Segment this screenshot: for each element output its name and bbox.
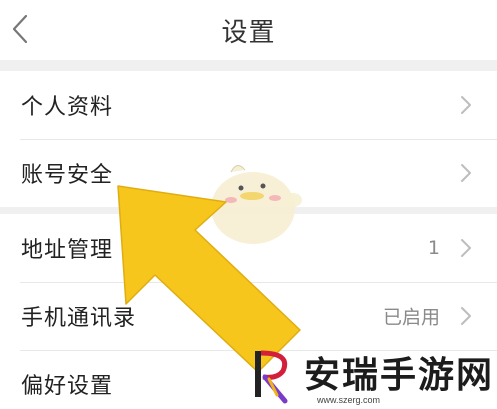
- top-nav-bar: 设置: [0, 0, 497, 60]
- page-title: 设置: [221, 18, 276, 48]
- contacts-status: 已启用: [382, 306, 440, 329]
- settings-item-label: 地址管理: [21, 238, 114, 263]
- settings-item-contacts[interactable]: 手机通讯录 已启用: [0, 282, 497, 350]
- address-count: 1: [427, 237, 440, 259]
- settings-item-profile[interactable]: 个人资料: [0, 71, 497, 139]
- settings-item-label: 账号安全: [21, 163, 114, 188]
- settings-item-label: 手机通讯录: [21, 306, 137, 331]
- watermark-logo-icon: [255, 350, 288, 404]
- chevron-right-icon: [459, 237, 473, 259]
- mascot-sticker: [199, 165, 302, 244]
- settings-item-label: 个人资料: [21, 95, 114, 120]
- chevron-right-icon: [459, 305, 473, 327]
- chevron-right-icon: [459, 162, 473, 184]
- watermark-text: 安瑞手游网: [304, 355, 495, 396]
- settings-item-label: 偏好设置: [21, 374, 114, 399]
- chevron-right-icon: [459, 94, 473, 116]
- watermark-url: www.szerg.com: [317, 395, 381, 405]
